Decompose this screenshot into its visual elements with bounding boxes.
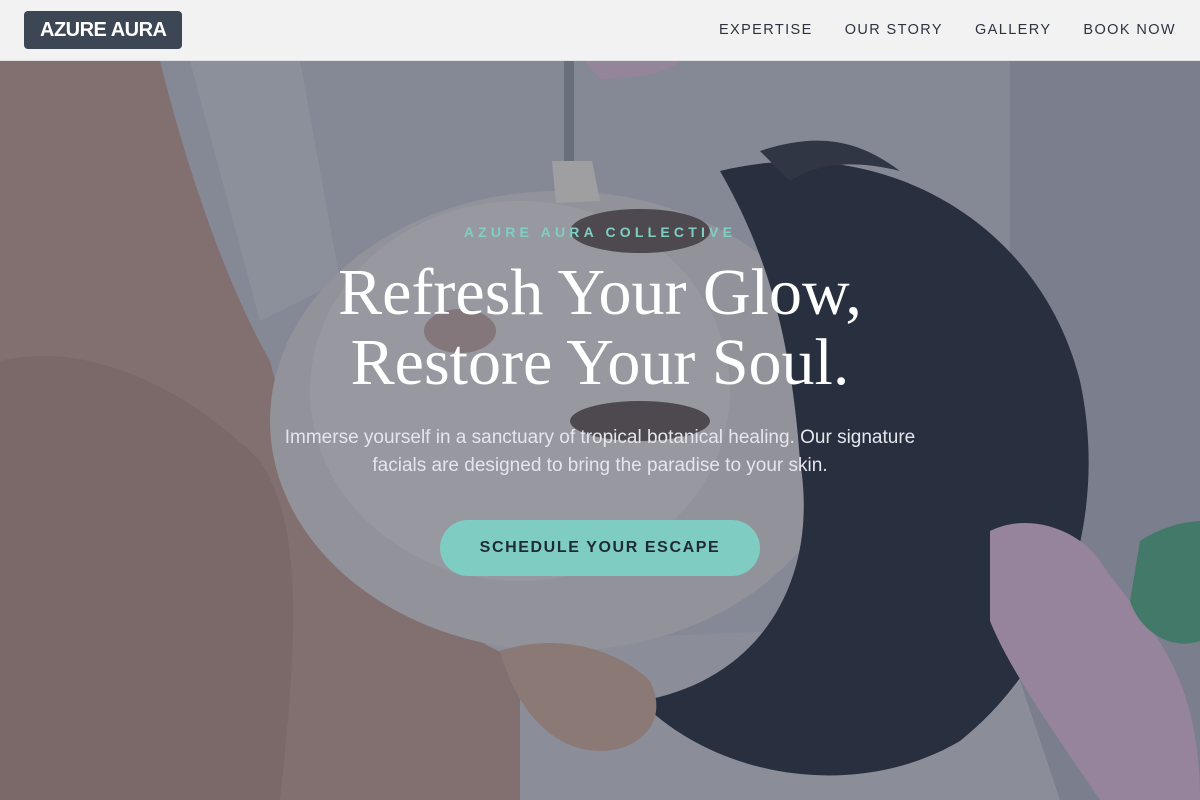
hero-section: AZURE AURA COLLECTIVE Refresh Your Glow,… bbox=[0, 61, 1200, 800]
site-header: AZURE AURA EXPERTISE OUR STORY GALLERY B… bbox=[0, 0, 1200, 61]
hero-subtext: Immerse yourself in a sanctuary of tropi… bbox=[284, 427, 916, 476]
hero-headline: Refresh Your Glow, Restore Your Soul. bbox=[338, 258, 862, 398]
headline-line-1: Refresh Your Glow, bbox=[338, 256, 862, 329]
schedule-escape-button[interactable]: SCHEDULE YOUR ESCAPE bbox=[440, 520, 760, 576]
nav-book-now[interactable]: BOOK NOW bbox=[1083, 22, 1176, 38]
nav-our-story[interactable]: OUR STORY bbox=[845, 22, 943, 38]
hero-eyebrow: AZURE AURA COLLECTIVE bbox=[463, 224, 737, 240]
main-nav: EXPERTISE OUR STORY GALLERY BOOK NOW bbox=[719, 22, 1176, 38]
brand-logo[interactable]: AZURE AURA bbox=[24, 11, 183, 49]
nav-expertise[interactable]: EXPERTISE bbox=[719, 22, 813, 38]
nav-gallery[interactable]: GALLERY bbox=[975, 22, 1051, 38]
headline-line-2: Restore Your Soul. bbox=[350, 326, 850, 399]
hero-content: AZURE AURA COLLECTIVE Refresh Your Glow,… bbox=[0, 61, 1200, 800]
